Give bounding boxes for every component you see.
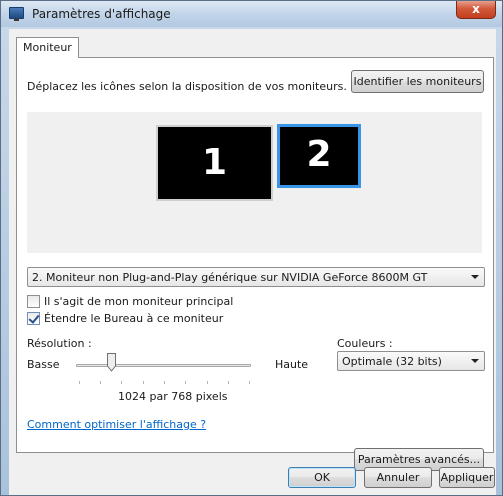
slider-tick [143, 381, 144, 384]
slider-tick [79, 381, 80, 384]
resolution-low-label: Basse [27, 358, 60, 371]
slider-tick [164, 381, 165, 384]
slider-tick [228, 381, 229, 384]
monitor-2-icon[interactable]: 2 [277, 124, 361, 188]
display-settings-window: Paramètres d'affichage x Moniteur Déplac… [0, 0, 503, 496]
colors-select[interactable]: Optimale (32 bits) [337, 351, 485, 371]
dialog-client-area: Moniteur Déplacez les icônes selon la di… [9, 29, 496, 495]
window-title: Paramètres d'affichage [32, 7, 171, 21]
resolution-value: 1024 par 768 pixels [118, 390, 228, 403]
close-button[interactable]: x [456, 1, 496, 19]
apply-button[interactable]: Appliquer [439, 467, 495, 488]
resolution-high-label: Haute [275, 358, 309, 371]
slider-tick [207, 381, 208, 384]
slider-tick [121, 381, 122, 384]
title-bar[interactable]: Paramètres d'affichage x [1, 1, 502, 27]
monitor-1-icon[interactable]: 1 [156, 125, 273, 201]
ok-button[interactable]: OK [288, 467, 356, 488]
slider-tick [100, 381, 101, 384]
colors-label: Couleurs : [337, 337, 393, 350]
slider-tick [185, 381, 186, 384]
chevron-down-icon [471, 275, 479, 279]
monitor-select-value: 2. Moniteur non Plug-and-Play générique … [32, 271, 428, 284]
colors-select-value: Optimale (32 bits) [342, 355, 442, 368]
primary-monitor-checkbox[interactable] [27, 295, 40, 308]
extend-desktop-label: Étendre le Bureau à ce moniteur [44, 312, 224, 325]
help-link[interactable]: Comment optimiser l'affichage ? [27, 418, 206, 431]
display-settings-icon [9, 7, 24, 21]
tab-moniteur[interactable]: Moniteur [16, 37, 79, 58]
identify-monitors-button[interactable]: Identifier les moniteurs [351, 70, 484, 93]
monitor-select[interactable]: 2. Moniteur non Plug-and-Play générique … [27, 267, 485, 287]
slider-tick [249, 381, 250, 384]
resolution-slider-thumb[interactable] [107, 353, 116, 372]
monitor-arrangement-area: 1 2 [27, 112, 482, 253]
instruction-text: Déplacez les icônes selon la disposition… [27, 80, 347, 93]
cancel-button[interactable]: Annuler [364, 467, 432, 488]
extend-desktop-checkbox[interactable] [27, 312, 40, 325]
tab-panel: Déplacez les icônes selon la disposition… [16, 57, 494, 471]
primary-monitor-label: Il s'agit de mon moniteur principal [44, 295, 234, 308]
resolution-label: Résolution : [27, 337, 92, 350]
chevron-down-icon [471, 359, 479, 363]
resolution-slider-track[interactable] [76, 364, 251, 367]
